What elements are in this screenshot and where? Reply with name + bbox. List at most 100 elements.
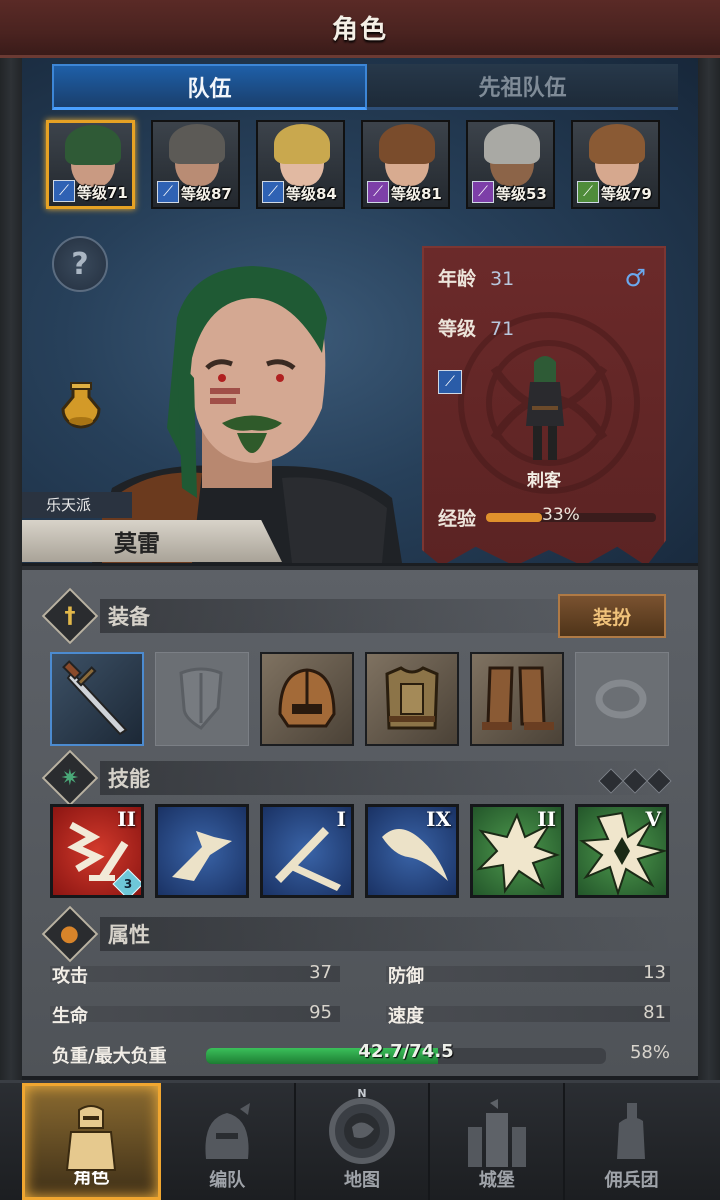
skill-list: II 3 I IX II V (50, 804, 669, 898)
member-level: 等级87 (181, 185, 232, 203)
staff-class-icon: ⟋ (367, 181, 389, 203)
knight-icon (66, 1105, 117, 1171)
skill-slot-1[interactable]: II 3 (50, 804, 144, 898)
attack-label: 攻击 (52, 966, 88, 987)
class-name: 刺客 (527, 471, 561, 491)
defense-label: 防御 (388, 966, 424, 987)
sword-class-icon: ⟋ (53, 180, 75, 202)
skill-pip (646, 768, 672, 794)
member-hair (484, 124, 540, 164)
member-level: 等级71 (77, 184, 128, 202)
skill-rank: II (117, 807, 136, 831)
member-hair (274, 124, 330, 164)
defense-value: 13 (643, 962, 666, 983)
skill-slot-6[interactable]: V (575, 804, 669, 898)
level-value: 71 (490, 318, 515, 340)
speed-value: 81 (643, 1002, 666, 1023)
member-hair (379, 124, 435, 164)
nav-castle[interactable]: 城堡 (430, 1083, 566, 1200)
attributes-header: ● 属性 (41, 905, 674, 963)
nav-map[interactable]: N 地图 (296, 1083, 431, 1200)
member-level: 等级79 (601, 185, 652, 203)
roster-member[interactable]: ⟋ 等级84 (256, 120, 345, 209)
age-value: 31 (490, 268, 515, 290)
hero-name[interactable]: 莫雷 (22, 520, 282, 562)
hp-value: 95 (309, 1002, 332, 1023)
member-hair (589, 124, 645, 164)
svg-text:N: N (357, 1087, 366, 1100)
member-hair (65, 125, 121, 165)
dress-up-button[interactable]: 装扮 (558, 594, 666, 638)
load-percent: 58% (629, 1042, 670, 1063)
ring-icon (595, 679, 647, 719)
roster-member[interactable]: ⟋ 等级79 (571, 120, 660, 209)
boots-icon (482, 666, 554, 730)
member-level: 等级84 (286, 185, 337, 203)
nav-label: 地图 (343, 1170, 380, 1191)
formation-helmet-icon (205, 1103, 251, 1159)
weapon-slot[interactable] (50, 652, 144, 746)
figure-emblem-icon: ● (60, 921, 80, 947)
right-frame (698, 0, 720, 1200)
star-emblem-icon: ✷ (60, 765, 80, 791)
age-label: 年龄 (438, 268, 477, 290)
equipment-slots (50, 652, 669, 746)
skill-rank: II (537, 807, 556, 831)
speed-label: 速度 (388, 1006, 424, 1027)
hero-overview: 队伍 先祖队伍 ⟋ 等级71 ⟋ 等级87 ⟋ 等级84 ⟋ 等级81 ⟋ 等级53 ⟋ 等级79 ?… (22, 58, 698, 563)
nav-character[interactable]: 角色 (22, 1083, 161, 1200)
dagger-icon (62, 660, 128, 736)
skills-diamond: ✷ (41, 749, 99, 807)
skill-slot-4[interactable]: IX (365, 804, 459, 898)
tab-team[interactable]: 队伍 (52, 64, 367, 110)
shield-icon (179, 667, 223, 730)
nav-label: 编队 (209, 1170, 246, 1191)
skills-header: ✷ 技能 (41, 749, 674, 807)
level-label: 等级 (438, 318, 477, 340)
chest-slot[interactable] (365, 652, 459, 746)
roster-member[interactable]: ⟋ 等级53 (466, 120, 555, 209)
skill-rank: V (645, 807, 661, 831)
skill-slot-3[interactable]: I (260, 804, 354, 898)
hp-label: 生命 (52, 1006, 88, 1027)
attributes-diamond: ● (41, 905, 99, 963)
level-row: 等级 71 (438, 314, 514, 341)
load-label: 负重/最大负重 (52, 1046, 167, 1067)
offhand-slot[interactable] (155, 652, 249, 746)
ring-slot[interactable] (575, 652, 669, 746)
member-level: 等级81 (391, 185, 442, 203)
load-value: 42.7/74.5 (358, 1041, 454, 1062)
title-bar: 角色 (0, 0, 720, 58)
details-panel: † 装备 装扮 ✷ 技能 II 3 I IX II V ● 属性 攻击 37 防… (22, 566, 698, 1076)
nav-formation[interactable]: 编队 (161, 1083, 296, 1200)
skill-rank: I (336, 807, 346, 831)
skill-pip (622, 768, 648, 794)
nav-mercenaries[interactable]: 佣兵团 (565, 1083, 698, 1200)
xp-label: 经验 (438, 508, 477, 530)
age-row: 年龄 31 (438, 264, 514, 291)
page-title: 角色 (331, 15, 388, 45)
tab-ancestor-team[interactable]: 先祖队伍 (367, 64, 678, 110)
team-tabs: 队伍 先祖队伍 (52, 64, 678, 110)
bottom-nav: 角色 编队 N 地图 城堡 佣兵团 (0, 1080, 720, 1200)
skill-slots-indicator (598, 768, 672, 794)
crossed-class-icon: ⟋ (577, 181, 599, 203)
fist-banner-icon (616, 1103, 645, 1159)
compass-map-icon: N (328, 1087, 395, 1164)
left-frame (0, 0, 22, 1200)
hero-info-banner: 年龄 31 ♂ 等级 71 ⟋ 刺客 经验 33% (422, 246, 666, 563)
xp-row: 经验 33% (438, 504, 657, 531)
head-slot[interactable] (260, 652, 354, 746)
sword-class-icon: ⟋ (438, 370, 462, 394)
roster-member[interactable]: ⟋ 等级87 (151, 120, 240, 209)
nav-label: 佣兵团 (604, 1170, 659, 1191)
equipment-diamond: † (41, 587, 99, 645)
skill-slot-5[interactable]: II (470, 804, 564, 898)
roster-member[interactable]: ⟋ 等级71 (46, 120, 135, 209)
roster-member[interactable]: ⟋ 等级81 (361, 120, 450, 209)
skill-pip (598, 768, 624, 794)
dash-skill-icon (172, 831, 232, 881)
skills-title: 技能 (100, 761, 674, 795)
legs-slot[interactable] (470, 652, 564, 746)
skill-slot-2[interactable] (155, 804, 249, 898)
